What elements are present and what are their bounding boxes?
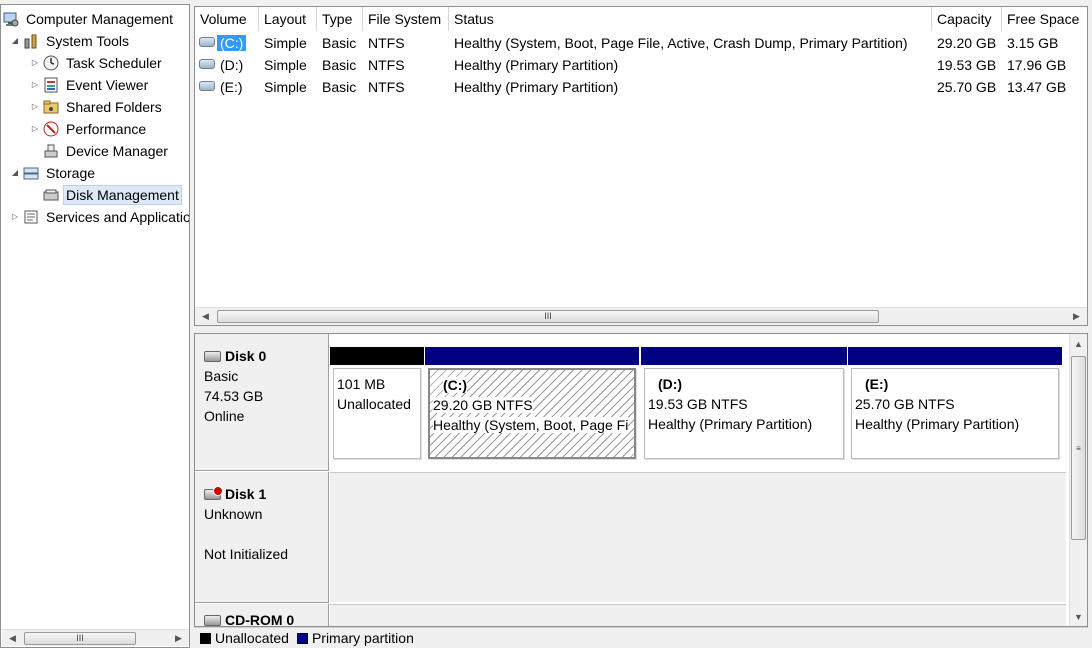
column-header-layout[interactable]: Layout xyxy=(259,7,317,31)
disk-graphical-view[interactable]: Disk 0 Basic 74.53 GB Online 101 MB Unal… xyxy=(194,333,1088,627)
expanded-arrow-icon[interactable]: ◢ xyxy=(9,30,21,52)
tree-item-shared-folders[interactable]: ▷ Shared Folders xyxy=(29,96,165,118)
volume-icon xyxy=(199,37,215,47)
scroll-left-icon[interactable]: ◀ xyxy=(4,630,21,647)
volume-list-header: Volume Layout Type File System Status Ca… xyxy=(195,7,1087,31)
volume-icon xyxy=(199,59,215,69)
column-header-free-space[interactable]: Free Space xyxy=(1002,7,1087,31)
tree-item-services-and-applications[interactable]: ▷ Services and Applications xyxy=(9,206,189,228)
table-row[interactable]: (E:) Simple Basic NTFS Healthy (Primary … xyxy=(195,76,1087,98)
disk-0-info[interactable]: Disk 0 Basic 74.53 GB Online xyxy=(195,334,329,471)
tree-item-task-scheduler[interactable]: ▷ Task Scheduler xyxy=(29,52,165,74)
disk-1-info[interactable]: Disk 1 Unknown Not Initialized xyxy=(195,472,329,603)
performance-icon xyxy=(43,121,59,137)
cdrom-0-info[interactable]: CD-ROM 0 xyxy=(195,604,329,626)
collapsed-arrow-icon[interactable]: ▷ xyxy=(29,96,41,118)
partition-e[interactable]: (E:) 25.70 GB NTFS Healthy (Primary Part… xyxy=(848,347,1062,465)
scroll-down-icon[interactable]: ▼ xyxy=(1070,609,1087,626)
column-header-capacity[interactable]: Capacity xyxy=(932,7,1002,31)
partition-color-bar xyxy=(330,347,424,365)
column-header-status[interactable]: Status xyxy=(449,7,932,31)
services-icon xyxy=(23,209,39,225)
tree-item-storage[interactable]: ◢ Storage xyxy=(9,162,98,184)
legend-unallocated: Unallocated xyxy=(200,630,289,646)
tree-item-computer-management[interactable]: Computer Management xyxy=(3,8,176,30)
disk-icon xyxy=(204,350,221,362)
column-header-file-system[interactable]: File System xyxy=(363,7,449,31)
tree-item-disk-management[interactable]: Disk Management xyxy=(29,184,182,206)
partition-color-bar xyxy=(848,347,1062,365)
partition-color-bar xyxy=(425,347,639,365)
expanded-arrow-icon[interactable]: ◢ xyxy=(9,162,21,184)
computer-management-icon xyxy=(3,11,19,27)
event-viewer-icon xyxy=(43,77,59,93)
scroll-left-icon[interactable]: ◀ xyxy=(197,308,214,325)
table-row[interactable]: (D:) Simple Basic NTFS Healthy (Primary … xyxy=(195,54,1087,76)
volume-list[interactable]: Volume Layout Type File System Status Ca… xyxy=(194,6,1088,326)
scrollbar-thumb[interactable]: ≡ xyxy=(1071,356,1086,540)
legend-primary-partition: Primary partition xyxy=(296,630,414,646)
legend-swatch-primary xyxy=(296,632,308,644)
tree-item-system-tools[interactable]: ◢ System Tools xyxy=(9,30,132,52)
volume-list-horizontal-scrollbar[interactable]: ◀ III ▶ xyxy=(195,307,1087,325)
partition-c[interactable]: (C:) 29.20 GB NTFS Healthy (System, Boot… xyxy=(425,347,639,465)
legend-bar: Unallocated Primary partition xyxy=(194,627,1088,648)
partition-d[interactable]: (D:) 19.53 GB NTFS Healthy (Primary Part… xyxy=(641,347,847,465)
device-manager-icon xyxy=(43,143,59,159)
volume-icon xyxy=(199,81,215,91)
scroll-right-icon[interactable]: ▶ xyxy=(170,630,187,647)
partition-color-bar xyxy=(641,347,847,365)
system-tools-icon xyxy=(23,33,39,49)
scrollbar-thumb[interactable]: III xyxy=(24,632,136,645)
console-tree[interactable]: Computer Management ◢ System Tools ▷ Tas… xyxy=(0,4,190,648)
collapsed-arrow-icon[interactable]: ▷ xyxy=(29,74,41,96)
disk-management-icon xyxy=(43,187,59,203)
disk-error-icon xyxy=(204,485,223,500)
shared-folder-icon xyxy=(43,99,59,115)
storage-icon xyxy=(23,165,39,181)
disk-1-space[interactable] xyxy=(330,472,1066,602)
scrollbar-thumb[interactable]: III xyxy=(217,310,879,323)
cdrom-0-space[interactable] xyxy=(330,604,1066,626)
clock-icon xyxy=(43,55,59,71)
disk-pane-vertical-scrollbar[interactable]: ▲ ≡ ▼ xyxy=(1069,334,1087,626)
column-header-type[interactable]: Type xyxy=(317,7,363,31)
column-header-volume[interactable]: Volume xyxy=(195,7,259,31)
tree-item-event-viewer[interactable]: ▷ Event Viewer xyxy=(29,74,151,96)
scroll-right-icon[interactable]: ▶ xyxy=(1068,308,1085,325)
cdrom-icon xyxy=(204,614,221,626)
legend-swatch-unallocated xyxy=(200,632,211,644)
tree-horizontal-scrollbar[interactable]: ◀ III ▶ xyxy=(2,629,189,646)
tree-item-performance[interactable]: ▷ Performance xyxy=(29,118,149,140)
collapsed-arrow-icon[interactable]: ▷ xyxy=(29,52,41,74)
table-row[interactable]: (C:) Simple Basic NTFS Healthy (System, … xyxy=(195,32,1087,54)
collapsed-arrow-icon[interactable]: ▷ xyxy=(9,206,21,228)
scroll-up-icon[interactable]: ▲ xyxy=(1070,336,1087,353)
partition-unallocated[interactable]: 101 MB Unallocated xyxy=(330,347,424,465)
tree-item-device-manager[interactable]: Device Manager xyxy=(29,140,171,162)
collapsed-arrow-icon[interactable]: ▷ xyxy=(29,118,41,140)
